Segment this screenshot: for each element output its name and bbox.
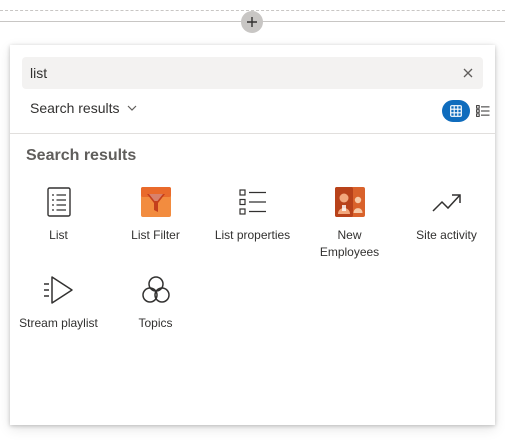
list-view-icon <box>476 105 490 117</box>
grid-view-button[interactable] <box>442 100 470 122</box>
section-heading: Search results <box>26 147 137 164</box>
new-employees-icon <box>333 185 367 219</box>
web-part-tile-list-properties[interactable]: List properties <box>204 185 301 244</box>
toolbox-divider <box>10 133 495 134</box>
list-document-icon <box>42 185 76 219</box>
web-part-label: Site activity <box>416 228 477 242</box>
web-part-tile-site-activity[interactable]: Site activity <box>398 185 495 244</box>
web-part-label: List Filter <box>131 228 180 242</box>
web-part-tile-list[interactable]: List <box>10 185 107 244</box>
results-filter-dropdown[interactable]: Search results <box>30 98 137 118</box>
clear-search-button[interactable] <box>453 58 483 88</box>
chevron-down-icon <box>128 105 137 111</box>
web-part-tile-new-employees[interactable]: New Employees <box>301 185 398 261</box>
add-section-button[interactable] <box>241 11 263 33</box>
funnel-filter-icon <box>139 185 173 219</box>
web-part-label: Stream playlist <box>19 316 98 330</box>
list-view-button[interactable] <box>472 100 494 122</box>
close-icon <box>463 68 473 78</box>
trend-arrow-icon <box>430 185 464 219</box>
web-part-tile-topics[interactable]: Topics <box>107 273 204 332</box>
web-part-label: Topics <box>138 316 173 330</box>
stream-play-icon <box>42 273 76 307</box>
results-filter-label: Search results <box>30 100 120 116</box>
web-part-label: List <box>49 228 68 242</box>
web-part-tile-list-filter[interactable]: List Filter <box>107 185 204 244</box>
view-toggle <box>442 100 494 122</box>
web-part-label: New Employees <box>319 228 380 259</box>
grid-view-icon <box>450 105 462 117</box>
web-part-label: List properties <box>214 228 291 242</box>
search-input[interactable] <box>22 57 453 89</box>
plus-icon <box>247 17 257 27</box>
topics-icon <box>139 273 173 307</box>
list-properties-icon <box>236 185 270 219</box>
web-part-toolbox: Search results Search results <box>10 45 495 425</box>
web-part-tile-stream-playlist[interactable]: Stream playlist <box>10 273 107 332</box>
search-box <box>22 57 483 89</box>
